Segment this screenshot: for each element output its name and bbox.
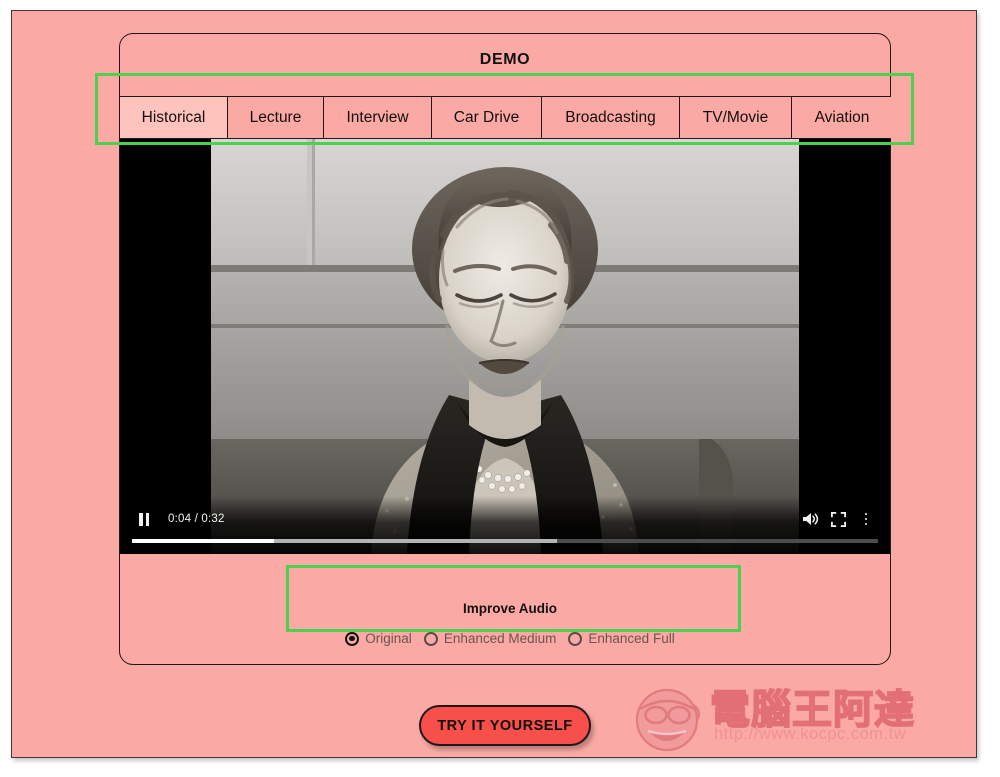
radio-label: Enhanced Medium (443, 631, 557, 646)
improve-audio-section: Improve Audio Original Enhanced Medium Enh… (290, 589, 730, 653)
fullscreen-icon[interactable] (824, 506, 852, 532)
tab-historical[interactable]: Historical (120, 97, 228, 138)
tab-interview[interactable]: Interview (324, 97, 432, 138)
pause-bar-right (145, 512, 149, 526)
audio-mode-radio-group: Original Enhanced Medium Enhanced Full (290, 631, 730, 646)
volume-icon[interactable] (796, 506, 824, 532)
demo-card: DEMO Historical Lecture Interview Car Drive… (119, 33, 892, 665)
page-canvas: DEMO Historical Lecture Interview Car Drive… (11, 10, 977, 758)
control-row: 0:04 / 0:32 (120, 506, 890, 532)
tab-lecture[interactable]: Lecture (228, 97, 324, 138)
video-frame (211, 139, 799, 554)
tab-car-drive[interactable]: Car Drive (432, 97, 542, 138)
video-player[interactable]: 0:04 / 0:32 (120, 139, 890, 554)
watermark: 電腦王阿達 http://www.kocpc.com.tw (630, 673, 975, 757)
audio-option-original[interactable]: Original (345, 631, 412, 646)
radio-mark[interactable] (345, 631, 360, 646)
tab-broadcasting[interactable]: Broadcasting (542, 97, 680, 138)
category-tab-bar: Historical Lecture Interview Car Drive Broad… (120, 96, 892, 139)
radio-label: Enhanced Full (588, 631, 675, 646)
audio-option-enhanced-medium[interactable]: Enhanced Medium (423, 631, 557, 646)
radio-label: Original (365, 631, 412, 646)
audio-option-enhanced-full[interactable]: Enhanced Full (568, 631, 675, 646)
radio-mark[interactable] (423, 631, 438, 646)
try-it-yourself-button[interactable]: TRY IT YOURSELF (419, 705, 591, 746)
pause-icon[interactable] (130, 506, 158, 532)
improve-audio-title: Improve Audio (462, 601, 557, 616)
radio-mark[interactable] (568, 631, 583, 646)
tab-tv-movie[interactable]: TV/Movie (680, 97, 792, 138)
watermark-brand: 電腦王阿達 (709, 686, 915, 734)
menu-dot (864, 522, 868, 526)
menu-dot (864, 512, 868, 516)
watermark-url: http://www.kocpc.com.tw (714, 725, 907, 743)
screenshot-root: DEMO Historical Lecture Interview Car Drive… (0, 0, 1000, 777)
tab-aviation[interactable]: Aviation (792, 97, 892, 138)
mascot-face-icon (635, 688, 700, 752)
video-progress-bar[interactable] (132, 539, 878, 543)
pause-bar-left (139, 512, 143, 526)
menu-dot (864, 517, 868, 521)
progress-played (132, 539, 274, 543)
more-options-icon[interactable] (852, 506, 880, 532)
page-title: DEMO (479, 51, 531, 68)
time-display: 0:04 / 0:32 (168, 513, 225, 525)
